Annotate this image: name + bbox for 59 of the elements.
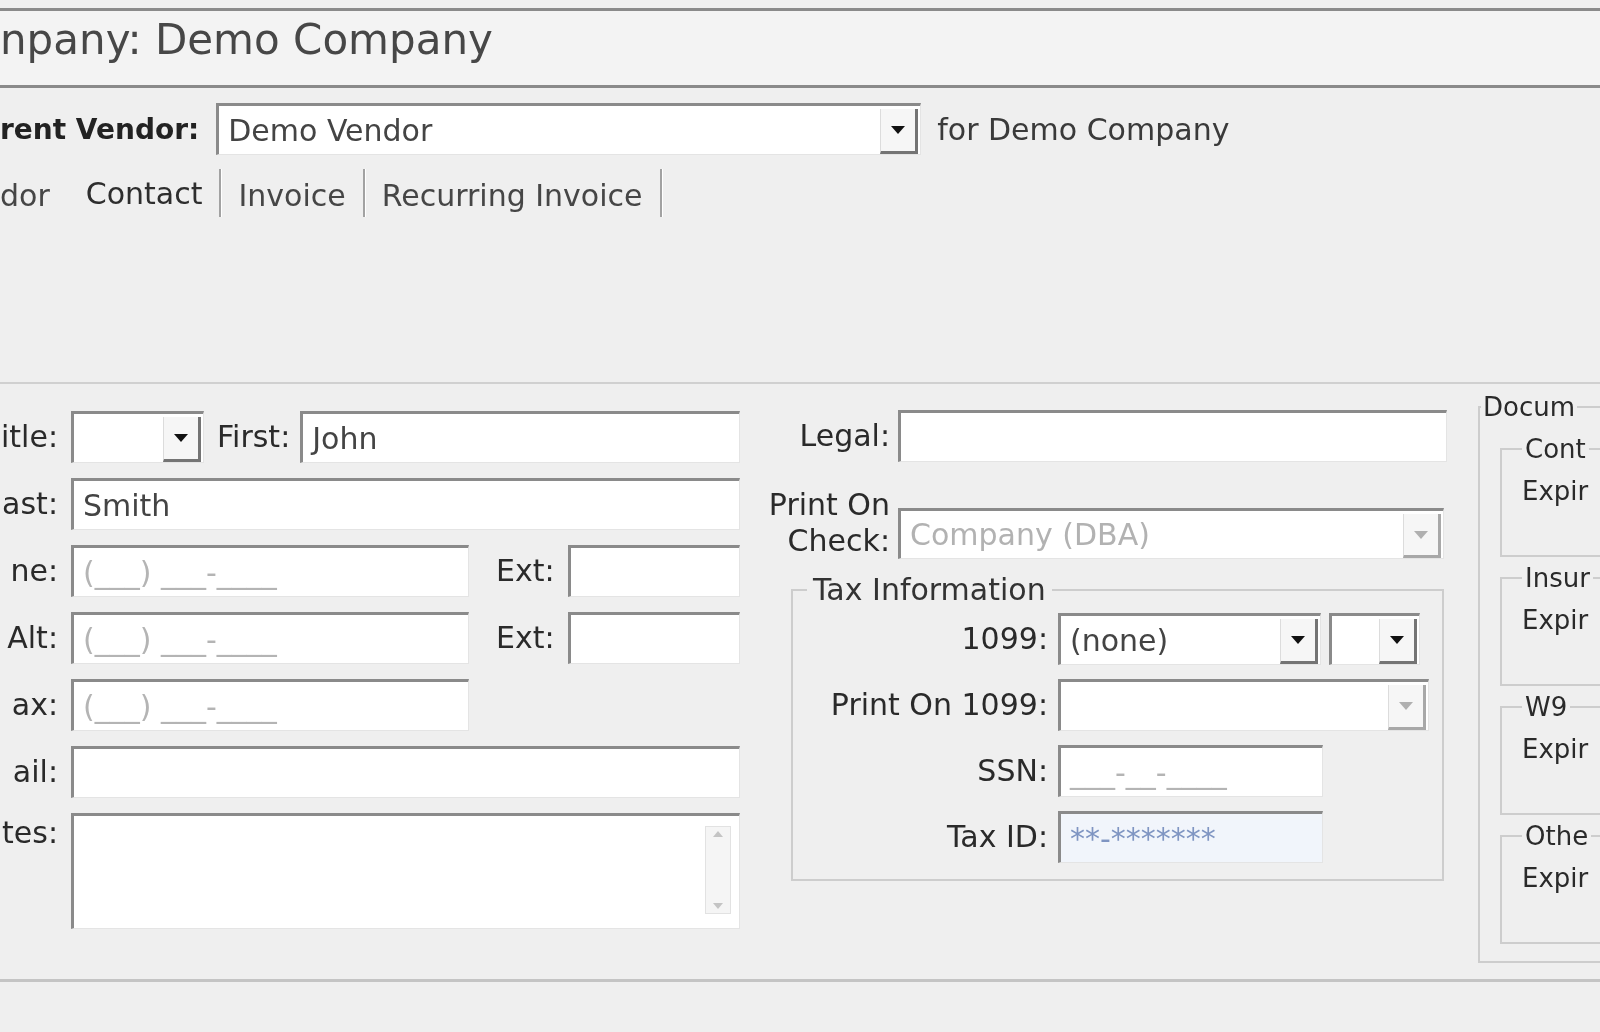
dropdown-button[interactable]: [163, 417, 201, 462]
dropdown-button[interactable]: [880, 109, 919, 154]
secondary-select[interactable]: [1329, 613, 1420, 665]
alt-phone-field[interactable]: (___) ___-____: [71, 612, 469, 664]
group-title: Docum: [1482, 391, 1577, 424]
extension-field[interactable]: [567, 545, 740, 597]
first-name-field[interactable]: John: [300, 411, 740, 463]
caret-down-icon: [174, 434, 188, 442]
form-1099-label: 1099:: [961, 620, 1048, 658]
tab[interactable]: Recurring Invoice: [364, 169, 662, 217]
notes-field[interactable]: [71, 813, 740, 929]
dropdown-button[interactable]: [1379, 619, 1417, 664]
group-title: Othe: [1524, 820, 1590, 852]
tax-id-field[interactable]: **-*******: [1058, 811, 1323, 863]
print-on-1099-label: Print On 1099:: [830, 686, 1048, 724]
caret-down-icon: [1399, 702, 1413, 710]
email-field[interactable]: [71, 746, 740, 798]
caret-down-icon: [1414, 530, 1428, 539]
caret-down-icon: [1390, 636, 1404, 644]
legal-name-field[interactable]: [898, 410, 1447, 462]
expiry-label: Expir: [1522, 604, 1590, 636]
title-label: itle:: [0, 418, 58, 456]
expiry-label: Expir: [1522, 475, 1590, 507]
extension-label: Ext:: [496, 552, 555, 590]
group-title: Insur: [1524, 562, 1591, 594]
form-1099-select[interactable]: (none): [1058, 613, 1321, 665]
print-on-check-label: Print On Check:: [767, 487, 890, 559]
fax-field[interactable]: (___) ___-____: [71, 679, 469, 731]
dropdown-button[interactable]: [1280, 619, 1318, 664]
legal-name-label: Legal:: [798, 417, 890, 455]
vendor-select[interactable]: Demo Vendor: [216, 103, 922, 155]
expiry-label: Expir: [1522, 733, 1590, 765]
title-select[interactable]: [71, 411, 204, 463]
extension-label: Ext:: [496, 619, 555, 657]
last-name-label: ast:: [1, 485, 58, 523]
company-note: for Demo Company: [937, 111, 1230, 147]
group-title: W9: [1524, 691, 1569, 723]
notes-label: tes:: [1, 814, 58, 852]
ssn-label: SSN:: [977, 752, 1048, 790]
group-title: Cont: [1524, 433, 1587, 465]
first-name-label: First:: [217, 418, 291, 456]
tax-id-label: Tax ID:: [946, 818, 1048, 856]
last-name-field[interactable]: Smith: [71, 478, 740, 530]
tab[interactable]: Contact: [68, 169, 222, 217]
phone-label: ne:: [9, 552, 58, 590]
fax-label: ax:: [10, 686, 58, 724]
phone-field[interactable]: (___) ___-____: [71, 545, 469, 597]
alt-phone-label: Alt:: [6, 619, 58, 657]
email-label: ail:: [11, 753, 58, 791]
caret-down-icon: [891, 126, 906, 134]
tab[interactable]: Invoice: [221, 169, 365, 217]
extension-field[interactable]: [567, 612, 740, 664]
caret-down-icon: [1291, 636, 1305, 644]
company-heading: npany: Demo Company: [0, 15, 493, 65]
ssn-field[interactable]: ___-__-____: [1058, 745, 1323, 797]
group-title: Tax Information: [812, 572, 1047, 608]
vendor-label: rent Vendor:: [0, 112, 200, 146]
tab[interactable]: dor: [0, 169, 69, 217]
expiry-label: Expir: [1522, 862, 1590, 894]
